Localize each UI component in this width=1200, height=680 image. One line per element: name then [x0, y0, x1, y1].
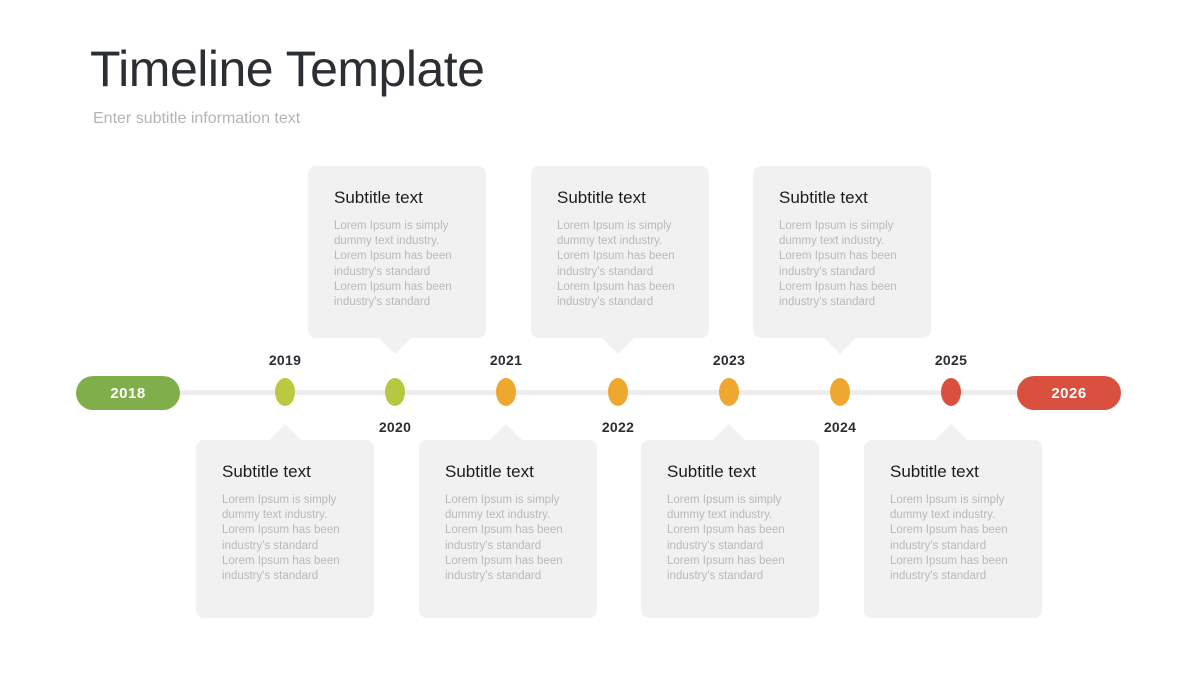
milestone-dot-2024[interactable]	[830, 378, 850, 406]
timeline-start-pill-label: 2018	[110, 384, 146, 402]
milestone-dot-2023[interactable]	[719, 378, 739, 406]
card-pointer-icon	[823, 337, 857, 354]
card-title: Subtitle text	[779, 188, 868, 207]
timeline-card-top-1[interactable]: Subtitle text Lorem Ipsum is simply dummy…	[308, 166, 486, 354]
timeline-card-bottom-4[interactable]: Subtitle text Lorem Ipsum is simply dummy…	[864, 424, 1042, 618]
timeline-card-top-3[interactable]: Subtitle text Lorem Ipsum is simply dummy…	[753, 166, 931, 354]
card-pointer-icon	[489, 424, 523, 441]
milestone-year-label-2024: 2024	[823, 419, 857, 435]
timeline-card-top-2[interactable]: Subtitle text Lorem Ipsum is simply dummy…	[531, 166, 709, 354]
page-subtitle: Enter subtitle information text	[93, 110, 301, 127]
milestone-year-label-2021: 2021	[489, 352, 523, 368]
timeline-card-bottom-3[interactable]: Subtitle text Lorem Ipsum is simply dummy…	[641, 424, 819, 618]
milestone-dot-2019[interactable]	[275, 378, 295, 406]
timeline-end-pill[interactable]: 2026	[1017, 376, 1121, 410]
milestone-dot-2025[interactable]	[941, 378, 961, 406]
timeline-card-bottom-1[interactable]: Subtitle text Lorem Ipsum is simply dummy…	[196, 424, 374, 618]
milestone-dot-2022[interactable]	[608, 378, 628, 406]
card-pointer-icon	[601, 337, 635, 354]
milestone-dot-2020[interactable]	[385, 378, 405, 406]
card-body-text: Lorem Ipsum is simply dummy text industr…	[557, 220, 675, 309]
milestone-year-label-2019: 2019	[268, 352, 302, 368]
card-title: Subtitle text	[445, 462, 534, 481]
milestone-year-label-2020: 2020	[378, 419, 412, 435]
card-body-text: Lorem Ipsum is simply dummy text industr…	[222, 494, 340, 583]
card-body-text: Lorem Ipsum is simply dummy text industr…	[890, 494, 1008, 583]
milestone-year-label-2022: 2022	[601, 419, 635, 435]
card-title: Subtitle text	[222, 462, 311, 481]
timeline-start-pill[interactable]: 2018	[76, 376, 180, 410]
timeline-end-pill-label: 2026	[1051, 384, 1087, 402]
milestone-year-label-2025: 2025	[934, 352, 968, 368]
slide-header: Timeline Template Enter subtitle informa…	[90, 42, 990, 128]
milestone-dot-2021[interactable]	[496, 378, 516, 406]
card-pointer-icon	[378, 337, 412, 354]
card-pointer-icon	[712, 424, 746, 441]
card-pointer-icon	[934, 424, 968, 441]
card-pointer-icon	[268, 424, 302, 441]
timeline-slide: Timeline Template Enter subtitle informa…	[0, 0, 1200, 680]
card-body-text: Lorem Ipsum is simply dummy text industr…	[667, 494, 785, 583]
card-title: Subtitle text	[667, 462, 756, 481]
milestone-year-label-2023: 2023	[712, 352, 746, 368]
card-title: Subtitle text	[557, 188, 646, 207]
card-title: Subtitle text	[334, 188, 423, 207]
timeline-card-bottom-2[interactable]: Subtitle text Lorem Ipsum is simply dummy…	[419, 424, 597, 618]
card-body-text: Lorem Ipsum is simply dummy text industr…	[779, 220, 897, 309]
card-body-text: Lorem Ipsum is simply dummy text industr…	[445, 494, 563, 583]
card-body-text: Lorem Ipsum is simply dummy text industr…	[334, 220, 452, 309]
card-title: Subtitle text	[890, 462, 979, 481]
page-title: Timeline Template	[90, 41, 485, 97]
